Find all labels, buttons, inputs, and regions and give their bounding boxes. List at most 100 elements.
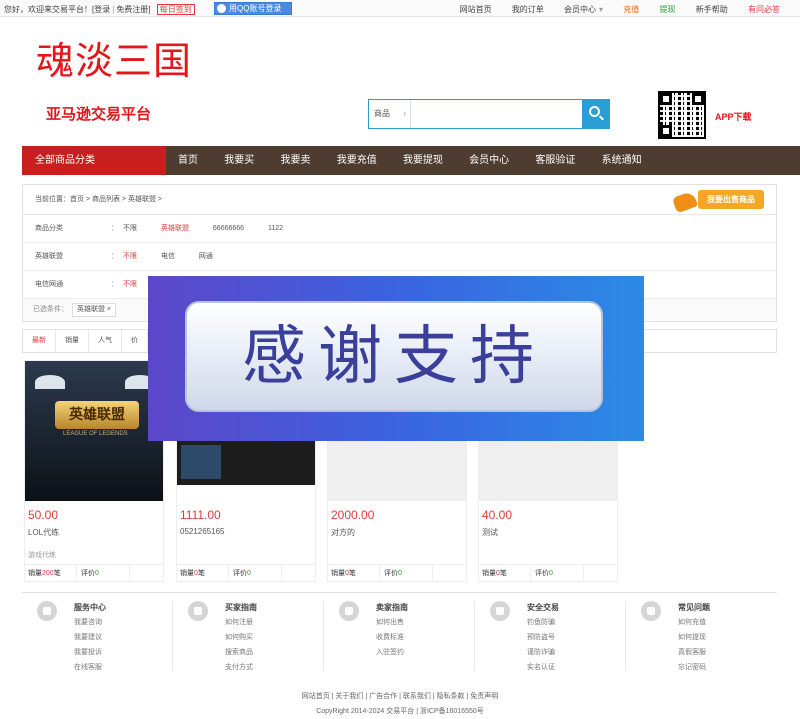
footer-link[interactable]: 支付方式	[225, 662, 253, 672]
search-category-select[interactable]: 商品 ›	[369, 100, 411, 128]
footer-link[interactable]: 入驻签约	[376, 647, 404, 657]
search-category-value: 商品	[374, 109, 390, 118]
footer-link[interactable]: 预防盗号	[527, 632, 555, 642]
filter-option[interactable]: 电信	[161, 253, 175, 260]
filter-option-selected[interactable]: 不限	[123, 281, 137, 288]
login-link[interactable]: [登录	[92, 5, 110, 14]
qr-corner	[660, 125, 672, 137]
site-logo[interactable]: 魂淡三国	[36, 30, 192, 85]
footer-link[interactable]: 谨防诈骗	[527, 647, 555, 657]
footer-link[interactable]: 我要投诉	[74, 647, 102, 657]
stats-blank	[281, 565, 315, 581]
filter-label: 商品分类	[35, 225, 63, 232]
nav-notifications[interactable]: 系统通知	[590, 146, 654, 175]
all-categories-button[interactable]: 全部商品分类	[22, 146, 166, 175]
footer-column-faq: 常见问题 如何充值 如何提现 真假客服 忘记密码	[626, 593, 777, 679]
footer-link[interactable]: 搜索商品	[225, 647, 253, 657]
sort-sales[interactable]: 销量	[56, 330, 89, 352]
product-name[interactable]: 测试	[482, 527, 498, 538]
lock-icon	[490, 601, 510, 621]
rating-count: 0	[549, 570, 553, 577]
link-recharge[interactable]: 充值	[623, 5, 639, 14]
search-button[interactable]	[582, 100, 609, 128]
rating-label: 评价	[81, 570, 95, 577]
conditions-label: 已选条件：	[33, 306, 68, 313]
link-help[interactable]: 新手帮助	[696, 5, 728, 14]
search-input[interactable]	[412, 100, 582, 128]
product-category: 游戏代练	[28, 552, 56, 559]
chevron-down-icon: ▾	[599, 5, 604, 14]
footer-link[interactable]: 真假客服	[678, 647, 706, 657]
filter-option[interactable]: 不限	[123, 225, 137, 232]
nav-recharge[interactable]: 我要充值	[325, 146, 389, 175]
filter-option[interactable]: 网通	[199, 253, 213, 260]
product-image[interactable]: 英雄联盟 LEAGUE OF LEGENDS	[25, 361, 163, 501]
nav-home[interactable]: 首页	[166, 146, 210, 175]
top-bar-links: 网站首页 我的订单 会员中心 ▾ 充值 提现 新手帮助 有问必答	[442, 4, 780, 15]
link-withdraw[interactable]: 提现	[660, 5, 676, 14]
footer-link[interactable]: 如何提现	[678, 632, 706, 642]
thanks-overlay-banner: 感谢支持	[148, 276, 644, 441]
footer-link[interactable]: 在线客服	[74, 662, 102, 672]
product-price: 2000.00	[331, 508, 375, 522]
search-icon-handle	[599, 115, 604, 121]
footer-link[interactable]: 实名认证	[527, 662, 555, 672]
product-name[interactable]: LOL代练	[28, 527, 59, 538]
nav-member-center[interactable]: 会员中心	[457, 146, 521, 175]
sales-label: 销量	[482, 570, 496, 577]
sort-newest[interactable]: 最新	[23, 330, 56, 352]
footer-link[interactable]: 如何出售	[376, 617, 404, 627]
rating-count: 0	[95, 570, 99, 577]
footer-link[interactable]: 收费标准	[376, 632, 404, 642]
nav-withdraw[interactable]: 我要提现	[391, 146, 455, 175]
thanks-text: 感谢支持	[242, 320, 546, 394]
app-download-link[interactable]: APP下载	[715, 110, 752, 123]
link-member-center[interactable]: 会员中心	[564, 5, 596, 14]
filter-option-selected[interactable]: 不限	[123, 253, 137, 260]
search-icon	[589, 106, 600, 117]
footer-help: 服务中心 我要咨询 我要建议 我要投诉 在线客服 买家指南 如何注册 如何购买 …	[22, 592, 777, 678]
footer-link[interactable]: 我要咨询	[74, 617, 102, 627]
sales-unit: 笔	[499, 570, 507, 577]
checkin-link[interactable]: 每日签到	[156, 4, 195, 15]
qq-login-button[interactable]: 用QQ账号登录	[214, 2, 292, 15]
top-bar-left: 您好，欢迎来交易平台！[登录 | 免费注册] 每日签到	[4, 4, 195, 15]
nav-sell[interactable]: 我要卖	[268, 146, 322, 175]
product-name[interactable]: 0521265165	[180, 527, 225, 536]
filter-colon: ：	[111, 281, 118, 288]
filter-row-server: 英雄联盟 ： 不限 电信 网通	[23, 243, 776, 271]
filter-option[interactable]: 66666666	[213, 225, 244, 232]
footer-column-title: 服务中心	[74, 603, 106, 612]
condition-tag[interactable]: 英雄联盟 ×	[71, 303, 116, 317]
qr-code-image	[658, 91, 706, 139]
filter-option[interactable]: 1122	[268, 225, 283, 232]
filter-colon: ：	[111, 225, 118, 232]
product-price: 40.00	[482, 508, 513, 522]
sort-price[interactable]: 价	[122, 330, 148, 352]
footer-link[interactable]: 如何注册	[225, 617, 253, 627]
footer-link[interactable]: 如何购买	[225, 632, 253, 642]
link-orders[interactable]: 我的订单	[512, 5, 544, 14]
product-price: 1111.00	[180, 508, 221, 522]
product-card[interactable]: 英雄联盟 LEAGUE OF LEGENDS 50.00 LOL代练 游戏代练 …	[24, 360, 164, 582]
breadcrumb: 当前位置：首页 > 商品列表 > 英雄联盟 >	[23, 185, 776, 215]
sort-popularity[interactable]: 人气	[89, 330, 122, 352]
rating-label: 评价	[233, 570, 247, 577]
register-link[interactable]: 免费注册]	[116, 5, 150, 14]
footer-link[interactable]: 我要建议	[74, 632, 102, 642]
footer-link[interactable]: 如何充值	[678, 617, 706, 627]
link-home[interactable]: 网站首页	[460, 5, 492, 14]
nav-buy[interactable]: 我要买	[212, 146, 266, 175]
link-faq[interactable]: 有问必答	[748, 5, 780, 14]
footer-link[interactable]: 忘记密码	[678, 662, 706, 672]
filter-option-selected[interactable]: 英雄联盟	[161, 225, 189, 232]
nav-service-verify[interactable]: 客服验证	[523, 146, 587, 175]
footer-links[interactable]: 网站首页 | 关于我们 | 广告合作 | 联系我们 | 隐私条款 | 免责声明	[0, 691, 800, 701]
footer-link[interactable]: 钓鱼防骗	[527, 617, 555, 627]
screenshot-thumbnail	[177, 441, 315, 485]
product-name[interactable]: 对方的	[331, 527, 355, 538]
sell-goods-button[interactable]: 我要出售商品	[671, 190, 770, 214]
footer-column-title: 卖家指南	[376, 603, 408, 612]
footer-column-safety: 安全交易 钓鱼防骗 预防盗号 谨防诈骗 实名认证	[475, 593, 626, 679]
separator: |	[112, 5, 115, 14]
